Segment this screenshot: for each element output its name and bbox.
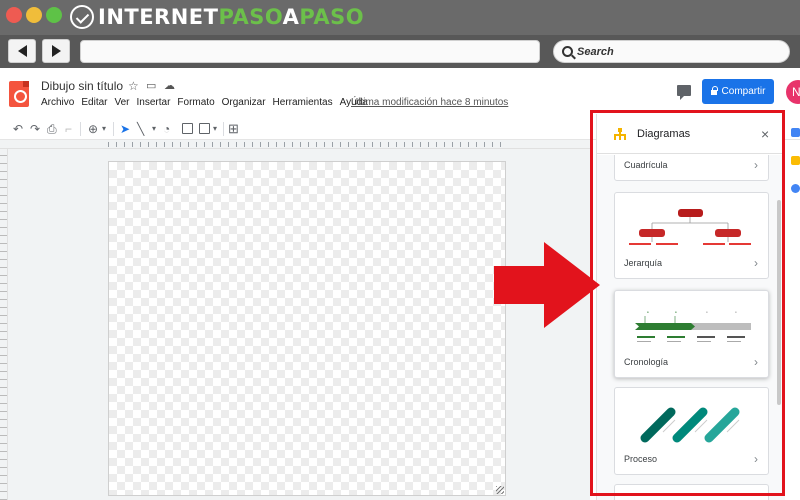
panel-header: Diagramas × (597, 114, 785, 154)
close-window-button[interactable] (6, 7, 22, 23)
toolbar-divider (223, 122, 224, 136)
calendar-icon[interactable] (791, 128, 800, 137)
browser-title-bar: INTERNETPASOAPASO (0, 0, 800, 35)
paint-format-icon[interactable]: ⌐ (65, 121, 72, 137)
diagram-icon (614, 128, 626, 140)
search-icon (562, 46, 573, 57)
forward-button[interactable] (42, 39, 70, 63)
zoom-icon[interactable]: ⊕ (88, 121, 98, 137)
move-folder-icon[interactable]: ▭ (146, 79, 156, 93)
diagram-card-grid[interactable]: Cuadrícula › (614, 155, 769, 181)
arrow-right-icon (51, 45, 61, 57)
watermark-text: INTERNETPASOAPASO (98, 5, 365, 29)
card-label: Proceso (624, 454, 658, 464)
menu-herramientas[interactable]: Herramientas (273, 97, 333, 108)
svg-text:●: ● (735, 310, 737, 314)
chevron-right-icon: › (754, 158, 758, 172)
menu-ver[interactable]: Ver (114, 97, 129, 108)
line-tool-icon[interactable]: ╲ (137, 121, 144, 137)
drawing-canvas[interactable] (108, 161, 506, 496)
toolbar-divider (80, 122, 81, 136)
menu-formato[interactable]: Formato (177, 97, 214, 108)
card-label: Jerarquía (624, 258, 663, 268)
svg-text:●: ● (706, 310, 708, 314)
select-cursor-icon[interactable]: ➤ (120, 121, 130, 137)
menu-archivo[interactable]: Archivo (41, 97, 74, 108)
chevron-right-icon: › (754, 452, 758, 466)
address-bar[interactable] (80, 40, 540, 63)
canvas-resize-handle[interactable] (496, 486, 504, 494)
menu-insertar[interactable]: Insertar (137, 97, 171, 108)
zoom-dropdown-icon[interactable]: ▾ (102, 121, 106, 137)
drawings-logo-icon[interactable] (9, 81, 29, 107)
toolbar-divider (113, 122, 114, 136)
diagram-card-next[interactable] (614, 484, 769, 500)
ruler-ticks (108, 142, 504, 147)
panel-body: Cuadrícula › Jerarquía › ● ● ● ● Cronolo… (597, 155, 785, 500)
horizontal-ruler (0, 140, 590, 149)
menu-bar: Archivo Editar Ver Insertar Formato Orga… (41, 97, 375, 108)
panel-scrollbar[interactable] (777, 200, 781, 405)
redo-icon[interactable]: ↷ (30, 121, 40, 137)
share-label: Compartir (721, 86, 766, 97)
maximize-window-button[interactable] (46, 7, 62, 23)
keep-icon[interactable] (791, 156, 800, 165)
menu-organizar[interactable]: Organizar (222, 97, 266, 108)
last-edit-link[interactable]: Última modificación hace 8 minutos (351, 97, 508, 108)
document-title[interactable]: Dibujo sin título (41, 79, 123, 93)
diagram-card-process[interactable]: Proceso › (614, 387, 769, 475)
panel-title: Diagramas (637, 128, 691, 140)
chevron-right-icon: › (754, 355, 758, 369)
undo-icon[interactable]: ↶ (13, 121, 23, 137)
add-comment-icon[interactable]: ⊞ (228, 121, 239, 137)
line-dropdown-icon[interactable]: ▾ (152, 121, 156, 137)
browser-nav-bar: Search (0, 35, 800, 68)
shape-tool-icon[interactable]: ◔ (163, 121, 170, 137)
process-thumbnail (640, 407, 740, 443)
close-icon[interactable]: × (761, 126, 769, 142)
image-dropdown-icon[interactable]: ▾ (213, 121, 217, 137)
svg-text:●: ● (675, 310, 677, 314)
side-panel-icons (791, 128, 800, 212)
comment-icon[interactable] (677, 85, 691, 100)
vertical-ruler (0, 149, 8, 500)
minimize-window-button[interactable] (26, 7, 42, 23)
watermark-logo: INTERNETPASOAPASO (70, 4, 364, 30)
chevron-right-icon: › (754, 256, 758, 270)
cloud-status-icon[interactable]: ☁ (164, 79, 175, 93)
avatar[interactable]: N (786, 80, 800, 104)
annotation-arrow-icon (494, 242, 600, 328)
lock-icon (710, 86, 718, 95)
diagram-card-hierarchy[interactable]: Jerarquía › (614, 192, 769, 279)
search-placeholder: Search (577, 45, 614, 58)
card-label: Cronología (624, 357, 669, 367)
card-label: Cuadrícula (624, 160, 668, 170)
browser-search-input[interactable]: Search (553, 40, 790, 63)
tasks-icon[interactable] (791, 184, 800, 193)
checkmark-badge-icon (70, 5, 94, 29)
print-icon[interactable]: ⎙ (47, 121, 57, 137)
arrow-left-icon (17, 45, 27, 57)
back-button[interactable] (8, 39, 36, 63)
hierarchy-thumbnail (629, 209, 751, 245)
menu-editar[interactable]: Editar (81, 97, 107, 108)
text-box-icon[interactable] (182, 123, 193, 134)
star-icon[interactable]: ☆ (128, 79, 139, 93)
svg-text:●: ● (647, 310, 649, 314)
diagram-card-timeline[interactable]: ● ● ● ● Cronología › (614, 290, 769, 378)
timeline-thumbnail: ● ● ● ● (635, 310, 751, 342)
image-icon[interactable] (199, 123, 210, 134)
diagrams-panel: Diagramas × Cuadrícula › Jerarquía › ● ●… (596, 114, 785, 500)
share-button[interactable]: Compartir (702, 79, 774, 104)
